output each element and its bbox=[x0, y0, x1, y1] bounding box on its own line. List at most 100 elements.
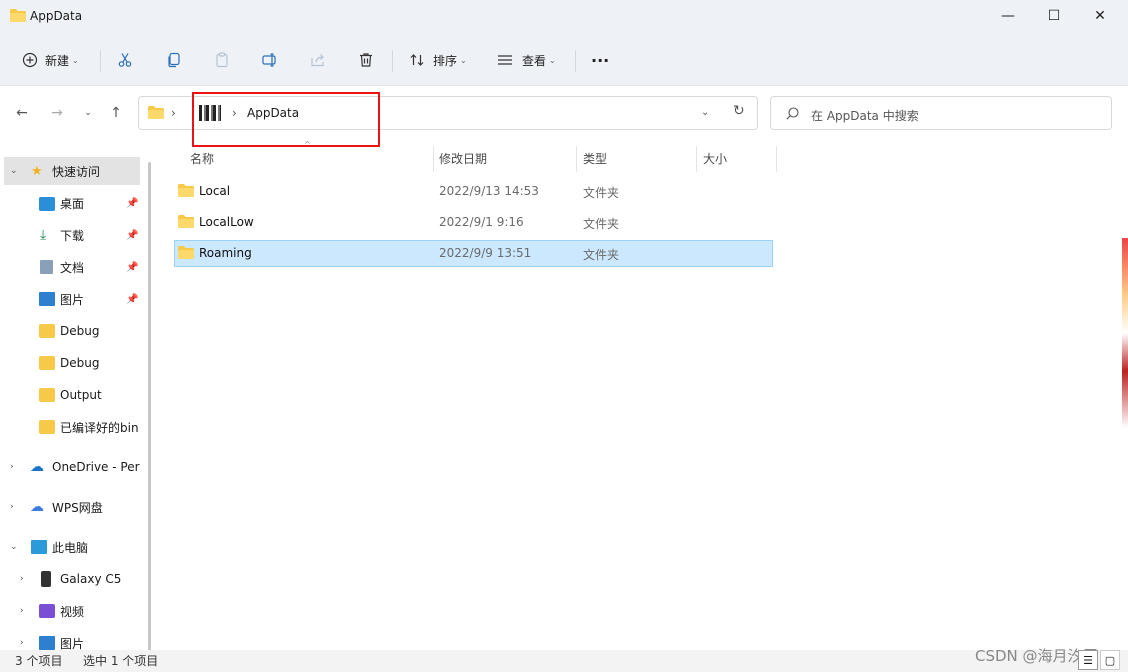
chevron-right-icon[interactable]: › bbox=[10, 502, 14, 512]
sort-label: 排序 bbox=[433, 53, 458, 68]
pin-icon[interactable]: 📌 bbox=[126, 262, 138, 273]
copy-icon bbox=[168, 52, 180, 68]
video-icon bbox=[39, 604, 55, 618]
address-history-chevron-icon[interactable]: ⌄ bbox=[701, 107, 709, 118]
divider bbox=[392, 50, 393, 72]
chevron-right-icon[interactable]: › bbox=[10, 462, 14, 472]
sidebar-item-pictures[interactable]: 图片 📌 bbox=[0, 285, 140, 313]
file-name: Local bbox=[199, 184, 231, 198]
chevron-right-icon[interactable]: › bbox=[20, 638, 24, 648]
column-header-modified[interactable]: 修改日期 bbox=[439, 150, 487, 172]
up-arrow-icon[interactable]: ↑ bbox=[106, 103, 126, 123]
pin-icon[interactable]: 📌 bbox=[126, 230, 138, 241]
wps-cloud-icon: ☁ bbox=[30, 499, 44, 515]
sidebar-item-label: OneDrive - Pers bbox=[52, 460, 140, 474]
sidebar-item-pictures-pc[interactable]: › 图片 bbox=[0, 629, 140, 650]
command-bar: 新建 ⌄ 排序 ⌄ 查看 ⌄ ··· bbox=[0, 36, 1128, 86]
forward-arrow-icon[interactable]: → bbox=[47, 103, 67, 123]
pictures-icon bbox=[39, 292, 55, 306]
status-bar: 3 个项目 选中 1 个项目 bbox=[0, 650, 1128, 672]
divider bbox=[100, 50, 101, 72]
cut-button[interactable] bbox=[117, 46, 133, 74]
sidebar-item-debug-2[interactable]: Debug bbox=[0, 349, 140, 377]
search-box[interactable]: 在 AppData 中搜索 bbox=[770, 96, 1112, 130]
document-icon bbox=[40, 260, 53, 274]
file-row[interactable]: Local 2022/9/13 14:53 文件夹 bbox=[174, 178, 773, 205]
tiles-view-icon[interactable]: ▢ bbox=[1100, 650, 1120, 670]
sidebar-item-desktop[interactable]: 桌面 📌 bbox=[0, 189, 140, 217]
pin-icon[interactable]: 📌 bbox=[126, 198, 138, 209]
chevron-down-icon: ⌄ bbox=[72, 55, 79, 65]
column-divider[interactable] bbox=[576, 146, 577, 172]
column-header-size[interactable]: 大小 bbox=[703, 150, 727, 172]
cloud-icon: ☁ bbox=[30, 459, 44, 475]
sidebar-item-documents[interactable]: 文档 📌 bbox=[0, 253, 140, 281]
file-row[interactable]: LocalLow 2022/9/1 9:16 文件夹 bbox=[174, 209, 773, 236]
sidebar-item-label: 图片 bbox=[60, 636, 85, 651]
download-icon: ⤓ bbox=[40, 227, 47, 243]
sort-indicator-icon: ^ bbox=[304, 140, 311, 149]
new-button[interactable]: 新建 ⌄ bbox=[22, 46, 79, 74]
chevron-down-icon[interactable]: ⌄ bbox=[10, 166, 18, 176]
column-header-name[interactable]: 名称 bbox=[190, 150, 214, 172]
sidebar-item-label: Galaxy C5 bbox=[60, 572, 122, 586]
delete-button[interactable] bbox=[358, 46, 374, 74]
sidebar-item-label: Debug bbox=[60, 356, 100, 370]
back-arrow-icon[interactable]: ← bbox=[12, 103, 32, 123]
column-divider[interactable] bbox=[433, 146, 434, 172]
paste-button[interactable] bbox=[214, 46, 230, 74]
trash-icon bbox=[360, 53, 372, 67]
column-divider[interactable] bbox=[696, 146, 697, 172]
sidebar-item-onedrive[interactable]: › ☁ OneDrive - Pers bbox=[0, 453, 140, 481]
minimize-button[interactable]: — bbox=[985, 0, 1031, 32]
plus-circle-icon bbox=[22, 52, 38, 68]
sort-button[interactable]: 排序 ⌄ bbox=[409, 46, 467, 74]
chevron-down-icon: ⌄ bbox=[460, 55, 467, 65]
sidebar-item-this-pc[interactable]: ⌄ 此电脑 bbox=[0, 533, 140, 561]
column-divider[interactable] bbox=[776, 146, 777, 172]
folder-icon bbox=[39, 388, 55, 402]
sidebar-item-compiled-bin[interactable]: 已编译好的bin bbox=[0, 413, 140, 441]
rename-icon bbox=[262, 53, 276, 67]
sidebar-item-label: 快速访问 bbox=[52, 164, 101, 179]
file-type: 文件夹 bbox=[583, 217, 620, 231]
folder-icon bbox=[39, 324, 55, 338]
pin-icon[interactable]: 📌 bbox=[126, 294, 138, 305]
refresh-icon[interactable]: ↻ bbox=[733, 103, 745, 119]
folder-icon bbox=[39, 356, 55, 370]
sidebar-item-wps[interactable]: › ☁ WPS网盘 bbox=[0, 493, 140, 521]
chevron-down-icon[interactable]: ⌄ bbox=[10, 542, 18, 552]
folder-icon bbox=[178, 215, 194, 228]
file-name: Roaming bbox=[199, 246, 252, 260]
sidebar-item-label: 图片 bbox=[60, 292, 85, 307]
close-button[interactable]: ✕ bbox=[1077, 0, 1123, 32]
copy-button[interactable] bbox=[166, 46, 182, 74]
sidebar-item-output[interactable]: Output bbox=[0, 381, 140, 409]
sidebar-item-debug[interactable]: Debug bbox=[0, 317, 140, 345]
sidebar-item-label: 此电脑 bbox=[52, 540, 89, 555]
column-header-type[interactable]: 类型 bbox=[583, 150, 607, 172]
maximize-button[interactable]: ☐ bbox=[1031, 0, 1077, 32]
sidebar-item-quick-access[interactable]: ⌄ ★ 快速访问 bbox=[4, 157, 140, 185]
file-row-selected[interactable]: Roaming 2022/9/9 13:51 文件夹 bbox=[174, 240, 773, 267]
more-options-button[interactable]: ··· bbox=[591, 46, 609, 74]
sidebar-item-label: WPS网盘 bbox=[52, 500, 103, 515]
star-icon: ★ bbox=[31, 163, 43, 179]
chevron-right-icon[interactable]: › bbox=[20, 606, 24, 616]
recent-chevron-icon[interactable]: ⌄ bbox=[78, 103, 98, 123]
sidebar-item-downloads[interactable]: ⤓ 下载 📌 bbox=[0, 221, 140, 249]
folder-icon bbox=[178, 184, 194, 197]
sidebar-item-videos[interactable]: › 视频 bbox=[0, 597, 140, 625]
details-view-icon[interactable]: ☰ bbox=[1078, 650, 1098, 670]
chevron-right-icon[interactable]: › bbox=[20, 574, 24, 584]
breadcrumb-chevron-icon: › bbox=[171, 106, 176, 120]
sidebar-item-galaxy-c5[interactable]: › Galaxy C5 bbox=[0, 565, 140, 593]
rename-button[interactable] bbox=[262, 46, 278, 74]
view-button[interactable]: 查看 ⌄ bbox=[497, 46, 556, 74]
sidebar-scrollbar[interactable] bbox=[148, 162, 151, 652]
sidebar-item-label: 文档 bbox=[60, 260, 85, 275]
file-modified: 2022/9/13 14:53 bbox=[439, 184, 539, 198]
share-button[interactable] bbox=[310, 46, 326, 74]
new-label: 新建 bbox=[45, 53, 70, 68]
sidebar-item-label: 桌面 bbox=[60, 196, 85, 211]
